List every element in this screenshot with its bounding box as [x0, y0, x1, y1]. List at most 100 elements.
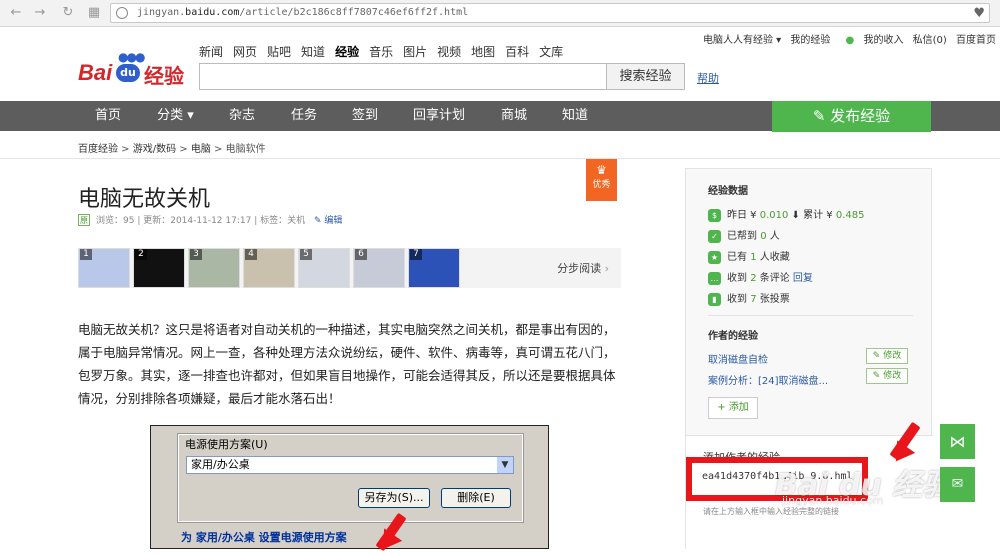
article-intro: 电脑无故关机？这只是将语者对自动关机的一种描述，其实电脑突然之间关机，都是事出有… — [78, 322, 616, 406]
product-nav-item[interactable]: 网页 — [233, 45, 257, 59]
paw-icon: ●●● — [118, 50, 145, 64]
pencil-icon: ✎ — [872, 371, 881, 381]
step-thumb-6[interactable]: 6 — [353, 248, 405, 288]
help-link[interactable]: 帮助 — [697, 70, 719, 86]
breadcrumb: 百度经验 > 游戏/数码 > 电脑 > 电脑软件 — [78, 144, 266, 155]
breadcrumb-item[interactable]: 百度经验 — [78, 144, 118, 155]
edit-square-icon: ✎ — [812, 107, 826, 125]
search-button[interactable]: 搜索经验 — [606, 63, 685, 90]
product-nav-item-current[interactable]: 经验 — [335, 45, 359, 59]
stat-helped: ✓ 已帮到 0 人 — [708, 227, 780, 243]
save-as-button: 另存为(S)... — [358, 488, 430, 508]
product-nav-item[interactable]: 百科 — [505, 45, 529, 59]
share-button[interactable]: ⋈ — [940, 424, 975, 459]
add-button[interactable]: + 添加 — [708, 397, 758, 419]
pencil-icon: ✎ — [313, 216, 322, 226]
product-nav-item[interactable]: 贴吧 — [267, 45, 291, 59]
messages-link[interactable]: 私信(0) — [913, 35, 947, 46]
product-nav-item[interactable]: 知道 — [301, 45, 325, 59]
stat-income: $ 昨日 ¥ 0.010 ⬇ 累计 ¥ 0.485 — [708, 206, 864, 222]
article-title: 电脑无故关机 — [78, 187, 211, 212]
reply-link[interactable]: 回复 — [793, 273, 813, 284]
edit-button[interactable]: ✎ 修改 — [866, 348, 908, 364]
step-thumbnails: 1 2 3 4 5 6 7 分步阅读 › — [78, 248, 621, 288]
edit-button[interactable]: ✎ 修改 — [866, 368, 908, 384]
nav-home[interactable]: 首页 — [78, 101, 138, 131]
search-input[interactable] — [199, 63, 606, 90]
publish-experience-button[interactable]: ✎ 发布经验 — [772, 101, 931, 132]
author-experience-link[interactable]: 取消磁盘自检 — [708, 351, 768, 366]
breadcrumb-item[interactable]: 游戏/数码 — [133, 144, 176, 155]
address-bar[interactable]: jingyan.baidu.com/article/b2c186c8ff7807… — [110, 3, 990, 23]
product-nav-item[interactable]: 地图 — [471, 45, 495, 59]
browser-toolbar: ← → ↻ ▦ jingyan.baidu.com/article/b2c186… — [0, 0, 1000, 27]
user-links: 电脑人人有经验 ▾ 我的经验 ● 我的收入 私信(0) 百度首页 — [697, 31, 996, 46]
author-experience-title: 作者的经验 — [708, 331, 758, 342]
product-nav-item[interactable]: 视频 — [437, 45, 461, 59]
experience-data-title: 经验数据 — [708, 186, 748, 197]
apps-grid-icon[interactable]: ▦ — [86, 5, 102, 21]
product-nav-item[interactable]: 新闻 — [199, 45, 223, 59]
share-icon: ⋈ — [949, 432, 966, 451]
star-icon: ★ — [708, 250, 721, 264]
breadcrumb-item[interactable]: 电脑 — [191, 144, 211, 155]
dollar-icon: $ — [708, 208, 721, 222]
step-thumb-5[interactable]: 5 — [298, 248, 350, 288]
author-experience-link[interactable]: 案例分析：[24]取消磁盘... — [708, 372, 828, 387]
product-nav: 新闻 网页 贴吧 知道 经验 音乐 图片 视频 地图 百科 文库 — [199, 43, 573, 60]
delete-button: 删除(E) — [441, 488, 511, 508]
user-menu-link[interactable]: 电脑人人有经验 ▾ — [703, 35, 781, 46]
crown-icon: ♛ — [596, 163, 607, 177]
my-experience-link[interactable]: 我的经验 — [790, 35, 830, 46]
badge-label: 优秀 — [592, 180, 611, 190]
step-reading-link[interactable]: 分步阅读 › — [557, 260, 609, 276]
power-scheme-select: 家用/办公桌 ▼ — [186, 456, 514, 474]
nav-zhidao[interactable]: 知道 — [545, 101, 605, 131]
stat-votes: ▮ 收到 7 张投票 — [708, 290, 790, 306]
power-scheme-label: 电源使用方案(U) — [185, 438, 268, 451]
stat-comments: … 收到 2 条评论 回复 — [708, 269, 813, 285]
chat-icon: ✉ — [951, 476, 964, 492]
nav-checkin[interactable]: 签到 — [335, 101, 395, 131]
article-meta: 原浏览：95 | 更新：2014-11-12 17:17 | 标签：关机 ✎ 编… — [78, 214, 343, 226]
bookmark-heart-icon[interactable]: ♥ — [973, 5, 985, 23]
step-thumb-4[interactable]: 4 — [243, 248, 295, 288]
product-nav-item[interactable]: 文库 — [539, 45, 563, 59]
my-income-link[interactable]: ● 我的收入 — [840, 35, 904, 46]
update-time: 更新：2014-11-12 17:17 — [143, 216, 252, 226]
breadcrumb-current[interactable]: 电脑软件 — [226, 144, 266, 155]
power-options-screenshot: 电源使用方案(U) 家用/办公桌 ▼ 另存为(S)... 删除(E) 为 家用/办… — [150, 425, 549, 549]
watermark-url: jingyan.baidu.com — [782, 494, 884, 507]
page-icon — [116, 7, 128, 19]
product-nav-item[interactable]: 音乐 — [369, 45, 393, 59]
nav-magazine[interactable]: 杂志 — [212, 101, 272, 131]
pencil-icon: ✎ — [872, 351, 881, 361]
baidu-home-link[interactable]: 百度首页 — [956, 35, 996, 46]
edit-link[interactable]: ✎ 编辑 — [314, 216, 342, 226]
bar-chart-icon: ▮ — [708, 292, 721, 306]
step-thumb-7[interactable]: 7 — [408, 248, 460, 288]
baidu-jingyan-logo[interactable]: Bai ●●● du 经验 — [78, 50, 188, 88]
logo-jingyan-text: 经验 — [144, 64, 184, 88]
back-icon[interactable]: ← — [8, 5, 24, 21]
nav-share-plan[interactable]: 回享计划 — [403, 101, 475, 131]
forward-icon[interactable]: → — [32, 5, 48, 21]
nav-tasks[interactable]: 任务 — [274, 101, 334, 131]
nav-category[interactable]: 分类 ▾ — [143, 101, 208, 131]
check-icon: ✓ — [708, 229, 721, 243]
dropdown-arrow-icon: ▼ — [497, 457, 513, 473]
step-thumb-3[interactable]: 3 — [188, 248, 240, 288]
step-thumb-1[interactable]: 1 — [78, 248, 130, 288]
chevron-right-icon: › — [604, 262, 609, 275]
step-thumb-2[interactable]: 2 — [133, 248, 185, 288]
divider — [708, 315, 913, 316]
feedback-button[interactable]: ✉ — [940, 467, 975, 502]
product-nav-item[interactable]: 图片 — [403, 45, 427, 59]
original-tag: 原 — [78, 214, 90, 226]
divider — [0, 158, 1000, 159]
input-hint: 请在上方输入框中输入经验完整的链接 — [703, 507, 839, 516]
view-count: 浏览：95 — [96, 216, 135, 226]
publish-label: 发布经验 — [830, 107, 891, 125]
reload-icon[interactable]: ↻ — [60, 5, 76, 21]
nav-mall[interactable]: 商城 — [484, 101, 544, 131]
